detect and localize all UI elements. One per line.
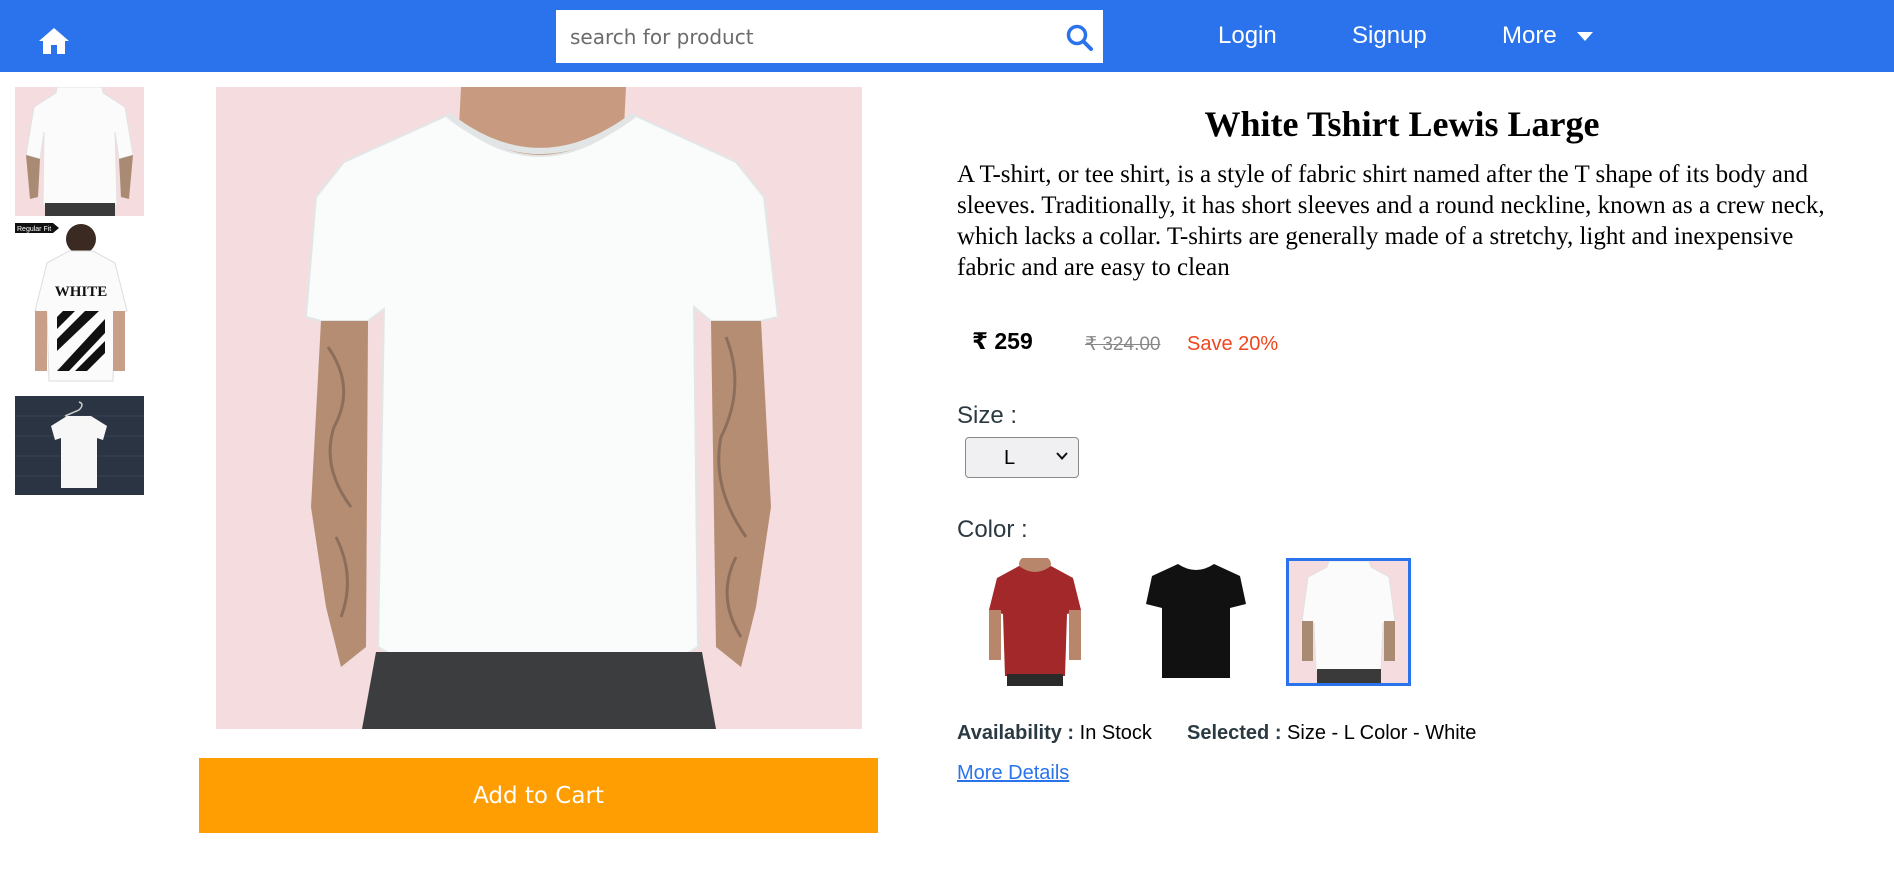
availability-label: Availability : [957,722,1075,744]
selected-label: Selected : [1187,722,1282,744]
original-price: ₹ 324.00 [1085,334,1161,355]
color-swatch-black[interactable] [1134,558,1259,686]
availability-row: Availability : In Stock [957,722,1152,745]
signup-link[interactable]: Signup [1352,22,1427,50]
availability-value: In Stock [1079,722,1152,744]
product-title: White Tshirt Lewis Large [1204,104,1600,144]
selected-row: Selected : Size - L Color - White [1187,722,1476,745]
color-swatch-red[interactable] [973,558,1098,686]
main-product-image [216,87,862,729]
more-details-link[interactable]: More Details [957,762,1069,785]
chevron-down-icon [1056,452,1068,460]
search-input[interactable] [556,10,1036,63]
size-label: Size : [957,402,1018,429]
size-value: L [1004,447,1016,469]
add-to-cart-button[interactable]: Add to Cart [199,758,878,833]
search-icon[interactable] [1065,23,1095,51]
more-menu[interactable]: More [1502,22,1557,50]
home-icon[interactable] [38,26,70,56]
thumbnail-print-text: WHITE [55,284,108,300]
thumbnail-hanger[interactable] [15,396,144,495]
thumbnail-front[interactable] [15,87,144,216]
selected-value: Size - L Color - White [1287,722,1477,744]
thumbnail-badge-text: Regular Fit [17,226,51,233]
color-swatch-white-selected[interactable] [1286,558,1411,686]
login-link[interactable]: Login [1218,22,1277,50]
product-description: A T-shirt, or tee shirt, is a style of f… [957,161,1825,281]
thumbnail-back[interactable]: Regular Fit WHITE [15,221,144,391]
discount-label: Save 20% [1187,333,1279,355]
search-box [556,10,1103,63]
caret-down-icon[interactable] [1577,32,1593,41]
top-nav-bar: Login Signup More [0,0,1894,72]
size-select[interactable]: L [965,437,1079,478]
color-label: Color : [957,516,1028,543]
product-price: ₹ 259 [972,328,1033,354]
